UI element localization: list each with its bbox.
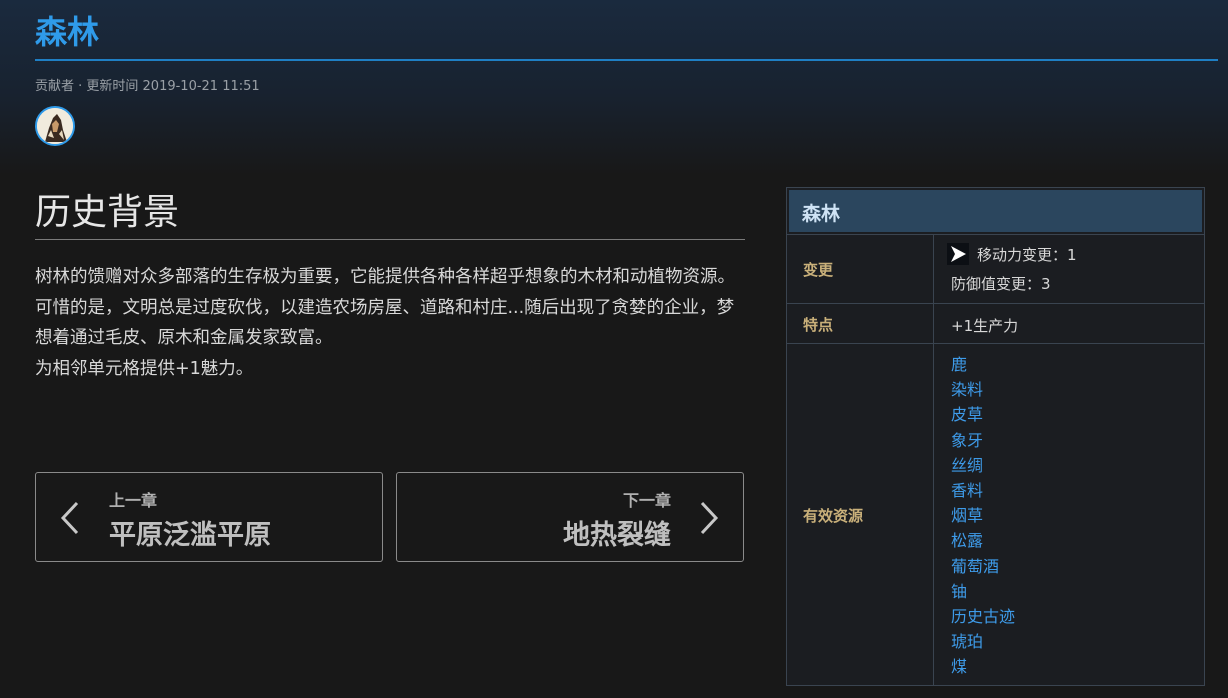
title-divider — [35, 59, 1218, 61]
resource-link[interactable]: 鹿 — [951, 352, 1015, 377]
chevron-left-icon — [60, 501, 79, 535]
resource-link[interactable]: 象牙 — [951, 428, 1015, 453]
infobox-row-resources: 有效资源 鹿 染料 皮草 象牙 丝绸 香料 烟草 松露 葡萄酒 铀 历史古迹 琥… — [787, 343, 1204, 686]
resource-link[interactable]: 煤 — [951, 654, 1015, 679]
resource-link[interactable]: 皮草 — [951, 402, 1015, 427]
prev-chapter-title: 平原泛滥平原 — [109, 520, 271, 551]
infobox-title: 森林 — [802, 203, 841, 225]
prev-chapter-label: 上一章 — [109, 491, 158, 510]
section-title: 历史背景 — [35, 192, 180, 233]
infobox-header: 森林 — [789, 190, 1202, 232]
next-chapter-button[interactable]: 下一章 地热裂缝 — [396, 472, 744, 562]
resource-link[interactable]: 香料 — [951, 478, 1015, 503]
resource-link[interactable]: 染料 — [951, 377, 1015, 402]
infobox-row-change: 变更 移动力变更：1 防御值变更：3 — [787, 234, 1204, 304]
change-label: 变更 — [787, 235, 934, 304]
resources-label: 有效资源 — [787, 344, 934, 686]
resource-link[interactable]: 铀 — [951, 579, 1015, 604]
avatar-image — [37, 108, 73, 144]
feature-value: +1生产力 — [951, 317, 1019, 335]
resource-link[interactable]: 松露 — [951, 528, 1015, 553]
next-chapter-label: 下一章 — [622, 491, 671, 510]
infobox-row-feature: 特点 +1生产力 — [787, 303, 1204, 344]
movement-change: 移动力变更：1 — [947, 242, 1077, 267]
chevron-right-icon — [700, 501, 719, 535]
resource-link[interactable]: 烟草 — [951, 503, 1015, 528]
resource-link[interactable]: 历史古迹 — [951, 604, 1015, 629]
infobox: 森林 变更 移动力变更：1 防御值变更：3 特点 +1生产力 有效资源 鹿 染料… — [786, 187, 1205, 686]
effect-paragraph: 为相邻单元格提供+1魅力。 — [35, 358, 254, 379]
prev-chapter-button[interactable]: 上一章 平原泛滥平原 — [35, 472, 383, 562]
page-title: 森林 — [35, 13, 100, 51]
page-meta: 贡献者 · 更新时间 2019-10-21 11:51 — [35, 79, 260, 94]
defense-change-text: 防御值变更：3 — [951, 275, 1051, 293]
next-chapter-title: 地热裂缝 — [563, 520, 671, 551]
resource-link[interactable]: 葡萄酒 — [951, 554, 1015, 579]
section-divider — [35, 239, 745, 240]
feature-label: 特点 — [787, 304, 934, 344]
movement-arrow-icon — [947, 242, 969, 265]
resource-link[interactable]: 琥珀 — [951, 629, 1015, 654]
resource-link[interactable]: 丝绸 — [951, 453, 1015, 478]
movement-change-text: 移动力变更：1 — [977, 246, 1077, 264]
contributor-avatar[interactable] — [35, 106, 75, 146]
resources-list: 鹿 染料 皮草 象牙 丝绸 香料 烟草 松露 葡萄酒 铀 历史古迹 琥珀 煤 — [951, 352, 1015, 680]
history-paragraph: 树林的馈赠对众多部落的生存极为重要，它能提供各种各样超乎想象的木材和动植物资源。… — [35, 267, 735, 348]
section-body: 树林的馈赠对众多部落的生存极为重要，它能提供各种各样超乎想象的木材和动植物资源。… — [35, 262, 747, 384]
